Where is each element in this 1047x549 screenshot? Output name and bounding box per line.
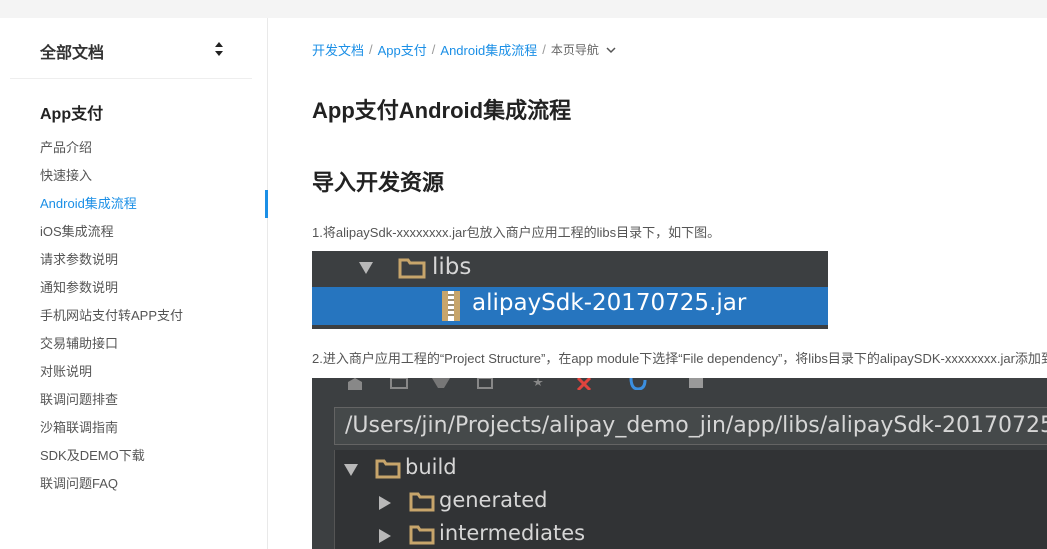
- sidebar-nav-item[interactable]: 联调问题排查: [0, 386, 268, 414]
- folder-icon: [375, 459, 401, 479]
- top-bar: [0, 0, 1047, 18]
- nav-list: 产品介绍 快速接入 Android集成流程 iOS集成流程 请求参数说明 通知参数说明 手机…: [0, 134, 268, 498]
- tree-label-build: build: [405, 455, 457, 479]
- sidebar: 全部文档 App支付 产品介绍 快速接入 Android集成流程 iOS集成流程 请求参…: [0, 18, 268, 549]
- step-1-text: 1.将alipaySdk-xxxxxxxx.jar包放入商户应用工程的libs目…: [312, 225, 721, 240]
- grid-icon: [689, 378, 703, 388]
- sort-updown-icon: [215, 42, 223, 56]
- sidebar-nav-item[interactable]: SDK及DEMO下载: [0, 442, 268, 470]
- sidebar-nav-item[interactable]: 请求参数说明: [0, 246, 268, 274]
- all-docs-label: 全部文档: [40, 45, 105, 62]
- sidebar-nav-item[interactable]: 联调问题FAQ: [0, 470, 268, 498]
- sidebar-nav-item[interactable]: iOS集成流程: [0, 218, 268, 246]
- sidebar-nav-item[interactable]: 手机网站支付转APP支付: [0, 302, 268, 330]
- triangle-icon: [344, 464, 358, 476]
- jar-file-row: alipaySdk-20170725.jar: [312, 287, 828, 325]
- folder-icon: [409, 525, 435, 545]
- refresh-icon: [629, 378, 647, 390]
- home-icon: [348, 378, 362, 390]
- project-structure-screenshot: /Users/jin/Projects/alipay_demo_jin/app/…: [312, 378, 1047, 549]
- breadcrumb-separator: /: [369, 42, 373, 57]
- libs-folder-screenshot: libs alipaySdk-20170725.jar: [312, 251, 828, 329]
- file-tree: build generated intermediates: [334, 450, 1047, 549]
- sidebar-nav-item[interactable]: 快速接入: [0, 162, 268, 190]
- jar-file-label: alipaySdk-20170725.jar: [472, 290, 747, 316]
- breadcrumb-separator: /: [431, 42, 436, 57]
- tree-row-build: build: [335, 455, 1047, 485]
- folder-icon: [409, 492, 435, 512]
- triangle-icon: [359, 262, 373, 274]
- sidebar-nav-item[interactable]: 对账说明: [0, 358, 268, 386]
- close-icon: [576, 378, 592, 390]
- breadcrumb-app-pay[interactable]: App支付: [378, 40, 427, 59]
- breadcrumb-separator: /: [542, 42, 546, 57]
- tool-icon: [432, 378, 450, 388]
- chevron-down-icon[interactable]: [605, 44, 617, 56]
- sidebar-nav-item[interactable]: 沙箱联调指南: [0, 414, 268, 442]
- breadcrumb-android-flow[interactable]: Android集成流程: [440, 40, 537, 59]
- sidebar-nav-item[interactable]: 交易辅助接口: [0, 330, 268, 358]
- step-2-text: 2.进入商户应用工程的“Project Structure”，在app modu…: [312, 351, 1047, 366]
- main-content: 开发文档 / App支付 / Android集成流程 / 本页导航 App支付A…: [268, 18, 1047, 549]
- ide-toolbar: [312, 378, 1047, 394]
- tree-label-generated: generated: [439, 488, 548, 512]
- all-docs-selector[interactable]: 全部文档: [10, 18, 252, 79]
- nav-section-title: App支付: [40, 106, 104, 123]
- square-icon: [390, 378, 408, 389]
- breadcrumb: 开发文档 / App支付 / Android集成流程 / 本页导航: [312, 40, 617, 59]
- tree-row-generated: generated: [335, 488, 1047, 518]
- sidebar-nav-item[interactable]: 产品介绍: [0, 134, 268, 162]
- libs-folder-row: libs: [312, 251, 828, 287]
- star-icon: [533, 378, 543, 386]
- copy-icon: [477, 378, 493, 389]
- tree-label-intermediates: intermediates: [439, 521, 586, 545]
- tree-row-intermediates: intermediates: [335, 521, 1047, 549]
- page-title: App支付Android集成流程: [312, 98, 572, 123]
- jar-file-icon: [442, 291, 460, 321]
- file-path-field: /Users/jin/Projects/alipay_demo_jin/app/…: [334, 407, 1047, 445]
- sidebar-nav-item[interactable]: Android集成流程: [0, 190, 268, 218]
- section-title: 导入开发资源: [312, 170, 445, 195]
- breadcrumb-dev-docs[interactable]: 开发文档: [312, 40, 364, 59]
- triangle-icon: [379, 496, 391, 510]
- page-nav-toggle[interactable]: 本页导航: [551, 41, 599, 58]
- triangle-icon: [379, 529, 391, 543]
- sidebar-nav-item[interactable]: 通知参数说明: [0, 274, 268, 302]
- libs-folder-label: libs: [432, 254, 472, 280]
- folder-icon: [398, 258, 426, 279]
